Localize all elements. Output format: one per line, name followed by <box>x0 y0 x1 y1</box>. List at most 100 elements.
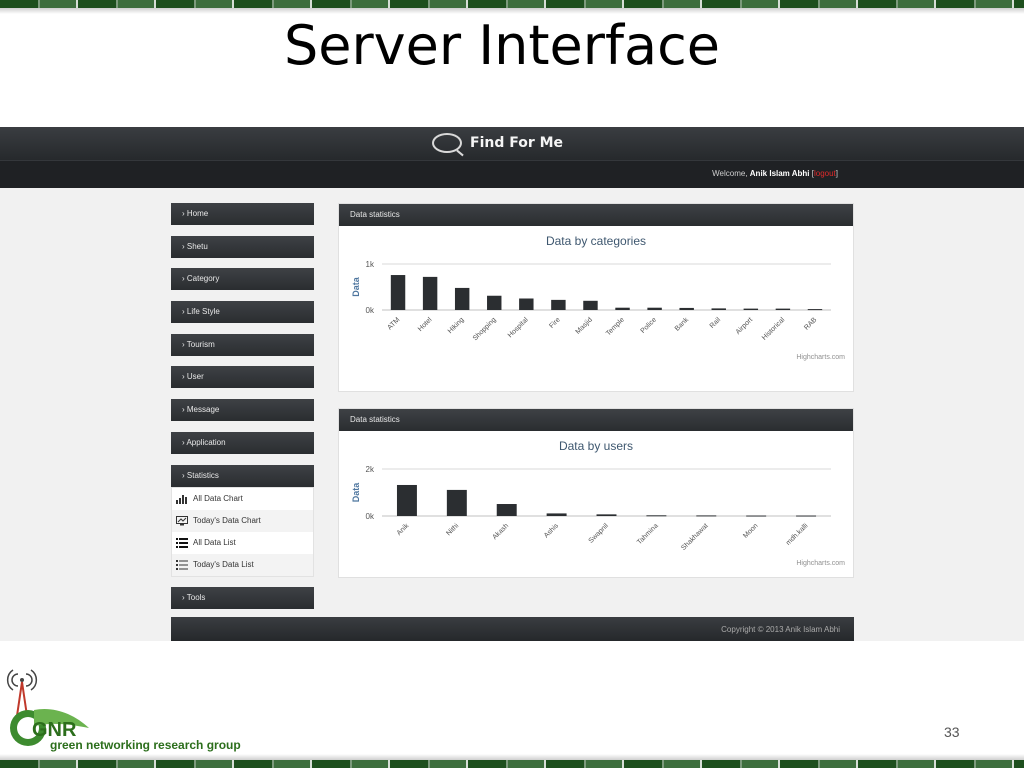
submenu-item-all-data-chart[interactable]: All Data Chart <box>172 488 313 510</box>
app-screenshot: Find For Me Welcome, Anik Islam Abhi [lo… <box>0 127 1024 641</box>
chart-bar <box>646 515 667 517</box>
x-tick-label: Moon <box>742 522 759 539</box>
x-tick-label: Temple <box>605 316 626 337</box>
welcome-bar: Welcome, Anik Islam Abhi [logout] <box>0 160 1024 188</box>
chart-bar <box>807 309 823 311</box>
chart-bar <box>519 298 534 310</box>
chart-bar <box>696 515 717 517</box>
list-outline-icon <box>176 559 188 570</box>
chart-credit: Highcharts.com <box>796 354 845 361</box>
submenu-label: All Data List <box>193 538 236 547</box>
copyright-text: Copyright © 2013 Anik Islam Abhi <box>721 625 840 634</box>
chart-bar <box>796 515 817 517</box>
x-tick-label: RAB <box>803 316 818 331</box>
bracket-close: ] <box>835 169 838 178</box>
x-tick-label: Hotel <box>417 316 434 333</box>
chart-bar <box>743 308 759 310</box>
gnr-logo: GNR green networking research group <box>4 666 244 756</box>
chart-bar <box>496 504 517 516</box>
x-tick-label: Swapnil <box>588 522 611 545</box>
chart-panel-users: Data statistics Data by users 2k 0k Data Ani… <box>338 408 854 578</box>
sidebar-item-tourism[interactable]: › Tourism <box>171 333 314 356</box>
sidebar-item-home[interactable]: › Home <box>171 203 314 225</box>
x-tick-label: Hospital <box>507 316 530 339</box>
sidebar-item-category[interactable]: › Category <box>171 268 314 291</box>
x-tick-label: Akash <box>491 522 510 541</box>
submenu-item-all-data-list[interactable]: All Data List <box>172 532 313 554</box>
x-tick-label: Historical <box>761 316 787 342</box>
y-tick-label: 1k <box>366 260 375 269</box>
logout-link[interactable]: logout <box>814 169 836 178</box>
x-tick-label: Hiking <box>447 316 466 335</box>
sidebar-item-message[interactable]: › Message <box>171 399 314 422</box>
x-tick-label: mdh.kalli <box>785 522 810 547</box>
sidebar-item-life-style[interactable]: › Life Style <box>171 301 314 324</box>
y-tick-label: 0k <box>366 512 375 521</box>
x-tick-label: Fire <box>548 316 562 330</box>
y-tick-label: 0k <box>366 306 375 315</box>
chart-bar <box>546 513 567 516</box>
list-icon <box>176 537 188 548</box>
y-axis-title: Data <box>351 482 361 503</box>
chart-bar <box>390 275 406 310</box>
statistics-submenu: All Data Chart Today's Data Chart All Da… <box>171 486 314 577</box>
page-number: 33 <box>944 724 960 740</box>
bar-chart-icon <box>176 494 187 504</box>
top-decorative-strip <box>0 0 1024 8</box>
brand-name: Find For Me <box>470 135 564 151</box>
sidebar-item-shetu[interactable]: › Shetu <box>171 235 314 258</box>
chart-bar <box>551 299 566 310</box>
chart-panel-categories: Data statistics Data by categories 1k 0k Da… <box>338 203 854 392</box>
chart-title: Data by categories <box>546 234 646 248</box>
chart-bar <box>583 300 598 310</box>
chart-title: Data by users <box>559 439 633 453</box>
chart-bar <box>596 514 617 516</box>
chart-categories: Data by categories 1k 0k Data ATM Hotel Hiking… <box>351 234 845 361</box>
bottom-decorative-strip <box>0 760 1024 768</box>
chart-bar <box>711 308 726 310</box>
chart-bar <box>615 307 630 310</box>
sidebar-item-user[interactable]: › User <box>171 366 314 389</box>
sidebar-item-application[interactable]: › Application <box>171 431 314 454</box>
chart-bar <box>396 484 417 516</box>
chart-bar <box>775 308 791 310</box>
slide-title: Server Interface <box>283 14 720 77</box>
x-tick-label: Rail <box>709 316 723 330</box>
x-tick-label: Airport <box>735 316 755 336</box>
chart-bar <box>454 287 470 310</box>
sidebar-item-tools[interactable]: › Tools <box>171 586 314 609</box>
x-tick-label: Tahmina <box>636 522 660 546</box>
x-tick-label: Shopping <box>472 316 498 342</box>
chart-bar <box>487 295 502 310</box>
chart-credit: Highcharts.com <box>796 560 845 567</box>
monitor-chart-icon <box>176 515 188 525</box>
sidebar-item-statistics[interactable]: › Statistics <box>171 464 314 487</box>
magnifier-logo-icon <box>432 133 462 153</box>
x-tick-label: Nithi <box>445 522 460 537</box>
brand-logo[interactable]: Find For Me <box>432 130 563 156</box>
org-name: green networking research group <box>50 738 241 752</box>
chart-bar <box>679 307 694 310</box>
x-tick-label: Bank <box>674 316 691 333</box>
user-name: Anik Islam Abhi <box>749 169 810 178</box>
x-tick-label: Shakhawat <box>680 522 709 551</box>
x-tick-label: Ashis <box>543 522 560 539</box>
submenu-item-todays-data-list[interactable]: Today's Data List <box>172 553 313 576</box>
panel-header: Data statistics <box>339 204 853 226</box>
chart-bar <box>446 489 467 516</box>
sidebar: › Home › Shetu › Category › Life Style ›… <box>171 203 314 619</box>
chart-bar <box>647 307 662 310</box>
chart-users: Data by users 2k 0k Data Anik Nithi Akash Ashis… <box>351 439 845 567</box>
submenu-label: Today's Data List <box>193 560 254 569</box>
submenu-item-todays-data-chart[interactable]: Today's Data Chart <box>172 509 313 532</box>
y-axis-title: Data <box>351 276 361 297</box>
welcome-prefix: Welcome, <box>712 169 748 178</box>
welcome-message: Welcome, Anik Islam Abhi [logout] <box>712 169 838 178</box>
x-tick-label: ATM <box>386 316 401 331</box>
app-header: Find For Me <box>0 127 1024 160</box>
submenu-label: All Data Chart <box>193 494 243 503</box>
x-tick-label: Masjid <box>575 316 594 335</box>
y-tick-label: 2k <box>366 465 375 474</box>
x-tick-label: Anik <box>396 522 411 537</box>
chart-bar <box>422 276 438 310</box>
